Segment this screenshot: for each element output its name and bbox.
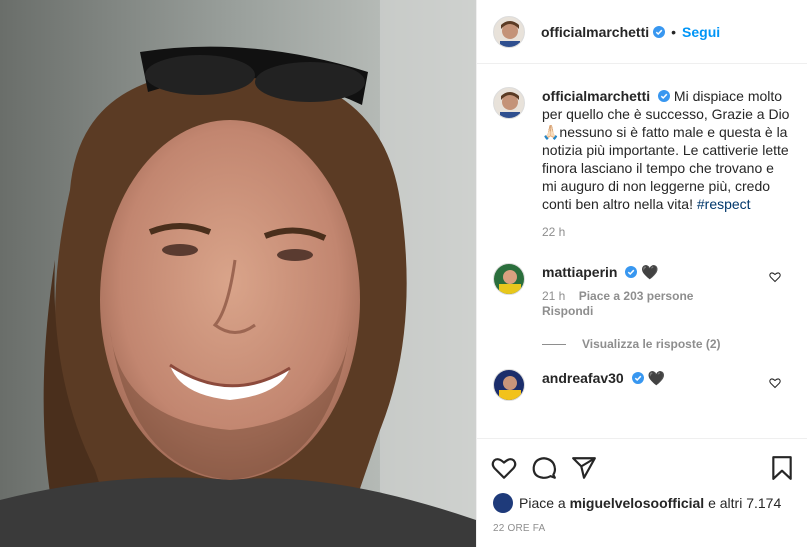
author-avatar[interactable] — [493, 15, 525, 48]
comment-text: 🖤 — [647, 370, 665, 386]
reply-button[interactable]: Rispondi — [542, 304, 593, 318]
caption-avatar[interactable] — [493, 87, 525, 119]
comment-username[interactable]: mattiaperin — [542, 264, 617, 280]
likes-user[interactable]: miguelvelosoofficial — [570, 495, 705, 511]
actions-section: Piace a miguelvelosoofficial e altri 7.1… — [477, 438, 807, 534]
likes-suffix[interactable]: e altri 7.174 — [708, 495, 781, 511]
likes-summary: Piace a miguelvelosoofficial e altri 7.1… — [477, 487, 807, 513]
caption-text: Mi dispiace molto per quello che è succe… — [542, 88, 790, 212]
comment-username[interactable]: andreafav30 — [542, 370, 624, 386]
replies-line — [542, 343, 566, 345]
verified-badge-icon — [625, 266, 638, 278]
verified-badge-icon — [653, 25, 666, 38]
comment-text: 🖤 — [641, 264, 659, 280]
comment-icon[interactable] — [531, 455, 557, 481]
caption-hashtag[interactable]: #respect — [697, 196, 751, 212]
share-icon[interactable] — [571, 455, 597, 481]
commenter-avatar[interactable] — [493, 263, 525, 295]
separator-dot: • — [671, 23, 677, 40]
follow-button[interactable]: Segui — [682, 24, 720, 40]
view-replies-label[interactable]: Visualizza le risposte (2) — [582, 337, 721, 351]
verified-badge-icon — [631, 372, 644, 384]
portrait-image — [0, 0, 476, 547]
caption-body: officialmarchetti Mi dispiace molto per … — [542, 87, 791, 241]
liker-avatar[interactable] — [493, 493, 513, 513]
verified-badge-icon — [658, 90, 671, 102]
heart-icon[interactable] — [491, 455, 517, 481]
post-panel: officialmarchetti • Segui officialmarche… — [476, 0, 807, 547]
post-photo — [0, 0, 476, 547]
post-date[interactable]: 22 ORE FA — [477, 513, 807, 534]
comment-time[interactable]: 21 h — [542, 289, 565, 303]
comments-list[interactable]: officialmarchetti Mi dispiace molto per … — [477, 65, 807, 438]
comment-item: mattiaperin 🖤 21 h Piace a 203 persone R… — [477, 263, 807, 319]
comment-body: andreafav30 🖤 — [542, 369, 772, 401]
comment-likes[interactable]: Piace a 203 persone — [579, 289, 694, 303]
bookmark-icon[interactable] — [769, 455, 795, 481]
caption: officialmarchetti Mi dispiace molto per … — [477, 65, 807, 241]
action-bar — [477, 439, 807, 487]
comment-like-icon[interactable] — [769, 271, 781, 283]
comment-like-icon[interactable] — [769, 377, 781, 389]
view-replies-button[interactable]: Visualizza le risposte (2) — [542, 337, 807, 351]
comment-item: andreafav30 🖤 — [477, 369, 807, 401]
commenter-avatar[interactable] — [493, 369, 525, 401]
comment-body: mattiaperin 🖤 21 h Piace a 203 persone R… — [542, 263, 772, 319]
author-username[interactable]: officialmarchetti — [541, 24, 649, 40]
caption-time[interactable]: 22 h — [542, 223, 791, 241]
likes-prefix: Piace a — [519, 495, 566, 511]
post-header: officialmarchetti • Segui — [477, 0, 807, 64]
comment-meta: 21 h Piace a 203 persone Rispondi — [542, 289, 772, 319]
caption-username[interactable]: officialmarchetti — [542, 88, 650, 104]
